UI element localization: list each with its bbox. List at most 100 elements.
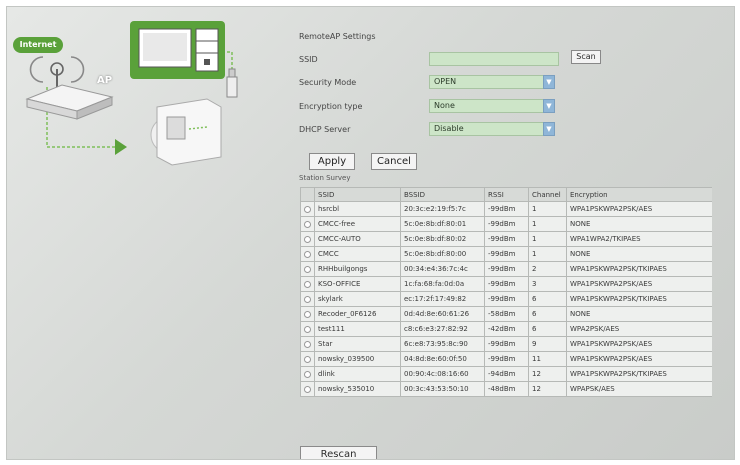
network-diagram: Internet AP [7, 7, 287, 182]
dhcp-server-select[interactable]: Disable ▼ [429, 122, 555, 136]
row-radio-button[interactable] [304, 220, 311, 228]
bssid-cell: 5c:0e:8b:df:80:00 [400, 246, 485, 262]
bssid-cell: ec:17:2f:17:49:82 [400, 291, 485, 307]
channel-cell: 6 [528, 291, 567, 307]
row-select-cell [300, 276, 315, 292]
table-row[interactable]: skylark ec:17:2f:17:49:82 -99dBm 6 WPA1PSKWP… [300, 291, 712, 307]
row-select-cell [300, 366, 315, 382]
row-select-cell [300, 246, 315, 262]
ssid-cell: KSO-OFFICE [314, 276, 401, 292]
table-row[interactable]: CMCC-AUTO 5c:0e:8b:df:80:02 -99dBm 1 WPA1WPA… [300, 231, 712, 247]
table-row[interactable]: nowsky_039500 04:8d:8e:60:0f:50 -99dBm 11 WP… [300, 351, 712, 367]
channel-cell: 6 [528, 321, 567, 337]
ap-label: AP [97, 75, 113, 86]
rssi-cell: -99dBm [484, 291, 529, 307]
bssid-cell: 0d:4d:8e:60:61:26 [400, 306, 485, 322]
rssi-cell: -42dBm [484, 321, 529, 337]
topology-illustration [25, 21, 238, 166]
apply-button[interactable]: Apply [309, 153, 355, 170]
encryption-cell: WPA2PSK/AES [566, 321, 712, 337]
usb-dongle-icon [226, 68, 238, 98]
table-row[interactable]: Recoder_0F6126 0d:4d:8e:60:61:26 -58dBm 6 NO… [300, 306, 712, 322]
security-mode-label: Security Mode [299, 78, 357, 87]
internet-badge: Internet [13, 37, 63, 53]
table-row[interactable]: KSO-OFFICE 1c:fa:68:fa:0d:0a -99dBm 3 WPA1PS… [300, 276, 712, 292]
encryption-cell: WPAPSK/AES [566, 381, 712, 397]
bssid-cell: 6c:e8:73:95:8c:90 [400, 336, 485, 352]
column-header-encryption: Encryption [566, 187, 712, 202]
table-row[interactable]: CMCC 5c:0e:8b:df:80:00 -99dBm 1 NONE [300, 246, 712, 262]
row-select-cell [300, 351, 315, 367]
encryption-type-select[interactable]: None ▼ [429, 99, 555, 113]
row-radio-button[interactable] [304, 355, 311, 363]
ssid-cell: Recoder_0F6126 [314, 306, 401, 322]
chevron-down-icon[interactable]: ▼ [543, 99, 555, 113]
row-radio-button[interactable] [304, 250, 311, 258]
channel-cell: 6 [528, 306, 567, 322]
security-mode-value: OPEN [434, 77, 457, 86]
row-radio-button[interactable] [304, 235, 311, 243]
row-radio-button[interactable] [304, 385, 311, 393]
table-row[interactable]: dlink 00:90:4c:08:16:60 -94dBm 12 WPA1PSKWPA… [300, 366, 712, 382]
row-select-cell [300, 306, 315, 322]
bssid-cell: c8:c6:e3:27:82:92 [400, 321, 485, 337]
rssi-cell: -99dBm [484, 246, 529, 262]
row-select-cell [300, 291, 315, 307]
encryption-type-row: Encryption type None ▼ [299, 99, 599, 115]
table-row[interactable]: CMCC-free 5c:0e:8b:df:80:01 -99dBm 1 NONE [300, 216, 712, 232]
table-row[interactable]: Star 6c:e8:73:95:8c:90 -99dBm 9 WPA1PSKWPA2P… [300, 336, 712, 352]
row-radio-button[interactable] [304, 325, 311, 333]
remote-device-icon [150, 98, 222, 166]
channel-cell: 2 [528, 261, 567, 277]
channel-cell: 1 [528, 246, 567, 262]
chevron-down-icon[interactable]: ▼ [543, 122, 555, 136]
column-header-select [300, 187, 315, 202]
dhcp-server-row: DHCP Server Disable ▼ [299, 122, 599, 138]
router-device-icon [25, 84, 114, 120]
bssid-cell: 1c:fa:68:fa:0d:0a [400, 276, 485, 292]
encryption-cell: WPA1PSKWPA2PSK/TKIPAES [566, 291, 712, 307]
table-row[interactable]: nowsky_535010 00:3c:43:53:50:10 -48dBm 12 WP… [300, 381, 712, 397]
table-row[interactable]: hsrcbl 20:3c:e2:19:f5:7c -99dBm 1 WPA1PSKWPA… [300, 201, 712, 217]
rescan-button[interactable]: Rescan [300, 446, 377, 459]
security-mode-select[interactable]: OPEN ▼ [429, 75, 555, 89]
row-select-cell [300, 216, 315, 232]
row-radio-button[interactable] [304, 370, 311, 378]
bssid-cell: 5c:0e:8b:df:80:02 [400, 231, 485, 247]
ssid-input[interactable] [429, 52, 559, 66]
bssid-cell: 5c:0e:8b:df:80:01 [400, 216, 485, 232]
channel-cell: 12 [528, 366, 567, 382]
column-header-bssid: BSSID [400, 187, 485, 202]
ssid-cell: skylark [314, 291, 401, 307]
row-select-cell [300, 321, 315, 337]
chevron-down-icon[interactable]: ▼ [543, 75, 555, 89]
bssid-cell: 00:34:e4:36:7c:4c [400, 261, 485, 277]
scan-button[interactable]: Scan [571, 50, 601, 64]
row-radio-button[interactable] [304, 340, 311, 348]
row-radio-button[interactable] [304, 265, 311, 273]
ssid-cell: nowsky_039500 [314, 351, 401, 367]
rssi-cell: -94dBm [484, 366, 529, 382]
row-select-cell [300, 381, 315, 397]
rssi-cell: -99dBm [484, 216, 529, 232]
table-row[interactable]: test111 c8:c6:e3:27:82:92 -42dBm 6 WPA2PSK/A… [300, 321, 712, 337]
row-select-cell [300, 231, 315, 247]
form-title: RemoteAP Settings [299, 32, 376, 41]
rssi-cell: -48dBm [484, 381, 529, 397]
rssi-cell: -99dBm [484, 201, 529, 217]
row-radio-button[interactable] [304, 205, 311, 213]
row-radio-button[interactable] [304, 280, 311, 288]
row-select-cell [300, 261, 315, 277]
security-mode-row: Security Mode OPEN ▼ [299, 75, 599, 91]
table-row[interactable]: RHHbuilgongs 00:34:e4:36:7c:4c -99dBm 2 WPA1… [300, 261, 712, 277]
column-header-rssi: RSSI [484, 187, 529, 202]
encryption-cell: NONE [566, 306, 712, 322]
encryption-type-value: None [434, 101, 455, 110]
row-radio-button[interactable] [304, 295, 311, 303]
rssi-cell: -99dBm [484, 336, 529, 352]
site-survey-table: SSID BSSID RSSI Channel Encryption hsrcb… [300, 187, 712, 444]
cancel-button[interactable]: Cancel [371, 153, 417, 170]
encryption-cell: NONE [566, 216, 712, 232]
row-radio-button[interactable] [304, 310, 311, 318]
channel-cell: 1 [528, 201, 567, 217]
